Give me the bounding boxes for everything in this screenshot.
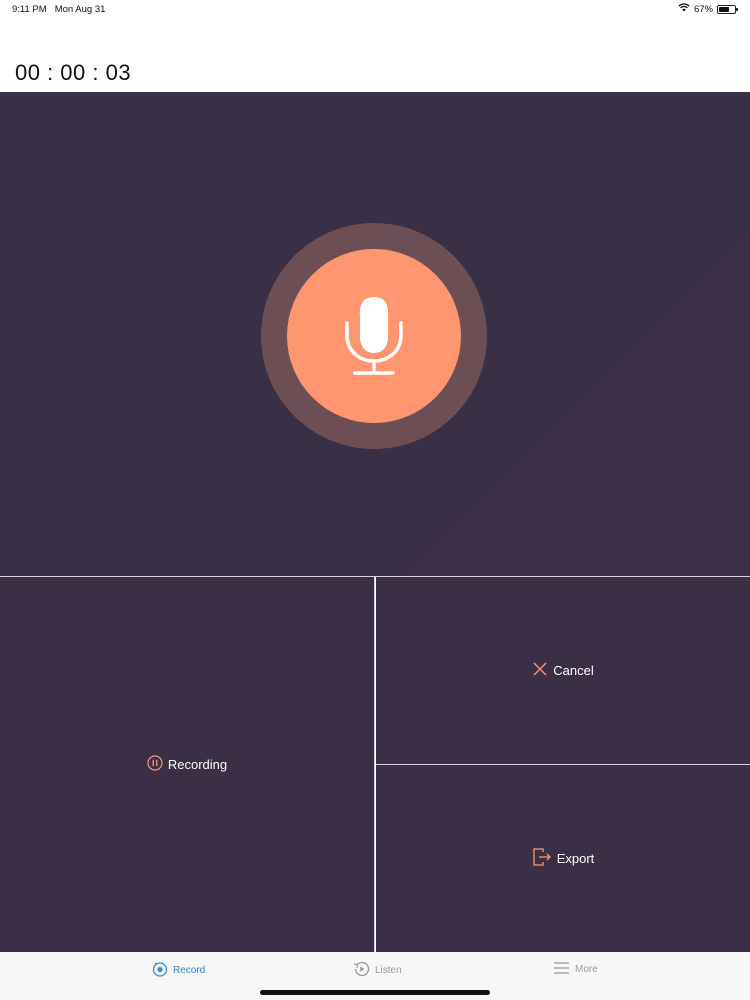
close-icon [532, 661, 548, 680]
export-icon [532, 847, 552, 870]
status-left: 9:11 PM Mon Aug 31 [12, 4, 105, 15]
cancel-button[interactable]: Cancel [376, 577, 750, 764]
elapsed-timer: 00 : 00 : 03 [15, 60, 132, 85]
status-date: Mon Aug 31 [54, 4, 106, 15]
voice-recorder-app: 9:11 PM Mon Aug 31 67% 00 : 00 : 03 Reco… [0, 0, 750, 1000]
tab-record-label: Record [173, 965, 206, 976]
menu-icon [553, 961, 570, 978]
home-indicator[interactable] [260, 990, 490, 995]
tab-record[interactable]: Record [152, 961, 205, 980]
recording-toggle-button[interactable]: Recording [0, 577, 375, 952]
export-button[interactable]: Export [376, 765, 750, 952]
export-label: Export [556, 851, 595, 866]
tab-more-label: More [575, 964, 598, 975]
battery-percent: 67% [693, 3, 713, 15]
battery-fill [719, 6, 730, 12]
status-time: 9:11 PM [12, 4, 47, 15]
tab-listen-label: Listen [375, 965, 402, 976]
status-right: 67% [678, 3, 738, 15]
battery-icon [717, 4, 738, 14]
recording-label: Recording [167, 757, 228, 772]
cancel-label: Cancel [553, 663, 594, 678]
listen-tab-icon [353, 961, 370, 980]
record-area [0, 92, 750, 576]
microphone-icon [345, 297, 403, 375]
pause-icon [147, 755, 163, 774]
microphone-button[interactable] [287, 249, 461, 423]
tab-listen[interactable]: Listen [353, 961, 402, 980]
status-bar: 9:11 PM Mon Aug 31 67% [0, 0, 750, 20]
tab-more[interactable]: More [553, 961, 598, 978]
wifi-icon [678, 3, 690, 15]
record-tab-icon [152, 961, 168, 980]
